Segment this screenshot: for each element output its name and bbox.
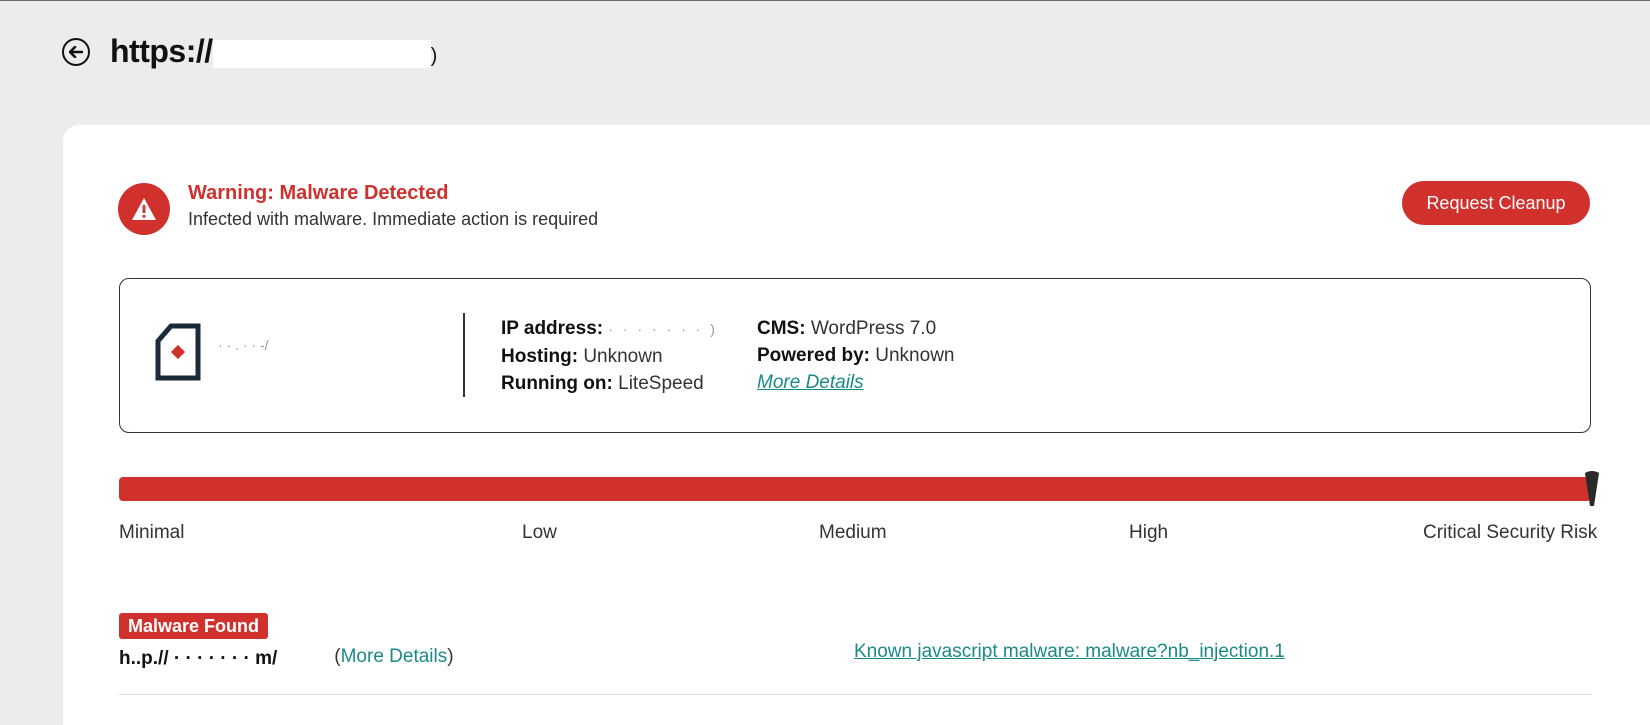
sucuri-site-icon bbox=[155, 323, 201, 386]
running-label: Running on: bbox=[501, 373, 613, 394]
server-info-column: IP address: · · · · · · · ) Hosting: Unk… bbox=[501, 315, 718, 397]
infected-url-row: h..p.// · · · · · · · m/ (More Details) bbox=[119, 646, 454, 668]
more-details-link[interactable]: More Details bbox=[757, 372, 864, 393]
page-header: https://) bbox=[62, 33, 437, 70]
cms-info-column: CMS: WordPress 7.0 Powered by: Unknown M… bbox=[757, 315, 954, 396]
warning-subtitle: Infected with malware. Immediate action … bbox=[188, 209, 599, 229]
malware-signature-link[interactable]: Known javascript malware: malware?nb_inj… bbox=[854, 641, 1285, 663]
warning-triangle-icon bbox=[118, 183, 170, 235]
info-divider bbox=[463, 313, 465, 397]
powered-value: Unknown bbox=[875, 345, 955, 366]
warning-title: Warning: Malware Detected bbox=[188, 182, 449, 204]
hosting-row: Hosting: Unknown bbox=[501, 343, 718, 370]
risk-meter-bar bbox=[119, 477, 1591, 501]
malware-found-badge: Malware Found bbox=[119, 613, 269, 639]
cms-value: WordPress 7.0 bbox=[810, 318, 937, 339]
arrow-left-circle-icon bbox=[69, 45, 83, 58]
risk-label-minimal: Minimal bbox=[119, 522, 185, 543]
site-name: · · . · · -/ bbox=[218, 337, 269, 353]
risk-label-medium: Medium bbox=[819, 522, 887, 543]
risk-label-low: Low bbox=[522, 522, 557, 543]
cms-row: CMS: WordPress 7.0 bbox=[757, 315, 954, 342]
back-button[interactable] bbox=[62, 37, 90, 66]
powered-row: Powered by: Unknown bbox=[757, 342, 954, 369]
risk-label-critical: Critical Security Risk bbox=[1423, 522, 1598, 543]
hosting-label: Hosting: bbox=[501, 346, 579, 367]
running-row: Running on: LiteSpeed bbox=[501, 370, 718, 397]
site-info-box: · · . · · -/ IP address: · · · · · · · )… bbox=[119, 278, 1591, 433]
redacted-url bbox=[212, 39, 431, 68]
findings-divider bbox=[119, 694, 1591, 695]
ip-value: · · · · · · · ) bbox=[608, 321, 718, 337]
site-url-title: https://) bbox=[110, 33, 437, 70]
powered-label: Powered by: bbox=[757, 345, 870, 366]
hosting-value: Unknown bbox=[583, 346, 663, 367]
url-prefix: https:// bbox=[110, 33, 213, 69]
infected-more-details-link[interactable]: More Details bbox=[341, 646, 448, 667]
request-cleanup-button[interactable]: Request Cleanup bbox=[1402, 181, 1590, 225]
url-tail: ) bbox=[430, 45, 438, 67]
cms-label: CMS: bbox=[757, 318, 806, 339]
scan-result-card: Warning: Malware Detected Infected with … bbox=[63, 125, 1650, 725]
ip-row: IP address: · · · · · · · ) bbox=[501, 315, 718, 343]
pointer-marker-icon bbox=[1584, 470, 1600, 513]
ip-label: IP address: bbox=[501, 318, 604, 339]
risk-label-high: High bbox=[1129, 522, 1169, 543]
paren-close: ) bbox=[447, 646, 454, 667]
running-value: LiteSpeed bbox=[618, 373, 704, 394]
infected-url: h..p.// · · · · · · · m/ bbox=[119, 648, 278, 668]
more-details-row: More Details bbox=[757, 369, 954, 396]
